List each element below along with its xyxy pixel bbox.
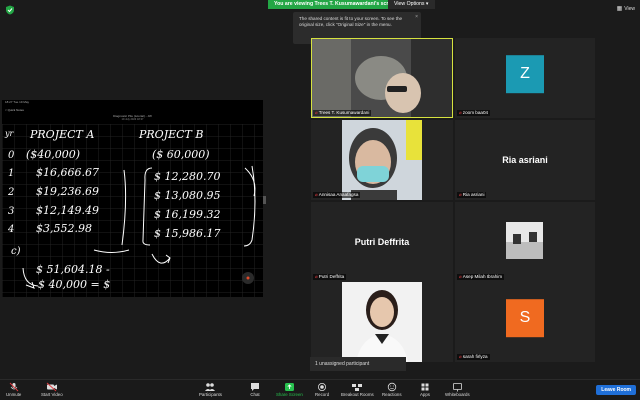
close-icon[interactable]: × xyxy=(415,14,418,20)
participant-name: zoom baa04 xyxy=(462,110,489,115)
hw-c-label: c) xyxy=(11,246,21,257)
participants-icon xyxy=(203,382,217,392)
video-off-icon xyxy=(45,382,59,392)
chat-button[interactable]: Chat xyxy=(248,382,262,397)
shared-screen: 18:27 Tue 19 May < Quick Notes Diagnosti… xyxy=(2,100,263,297)
share-screen-label: Share Screen xyxy=(276,392,303,397)
splitter-handle[interactable] xyxy=(263,196,266,204)
participant-big-name: Ria asriani xyxy=(502,155,548,165)
muted-mic-icon: ⌀ xyxy=(315,274,318,279)
participant-tile[interactable]: ⌀ Trees T. Kusumawardani xyxy=(311,38,453,118)
participant-tile[interactable]: Z ⌀ zoom baa04 xyxy=(455,38,595,118)
participants-button[interactable]: Participants xyxy=(199,382,222,397)
unmute-button[interactable]: Unmute xyxy=(6,382,21,397)
participant-name: sarah firlyza xyxy=(462,354,488,359)
chat-label: Chat xyxy=(250,392,260,397)
avatar: Z xyxy=(506,55,544,94)
participants-label: Participants xyxy=(199,392,222,397)
participant-name-tag: ⌀ zoom baa04 xyxy=(457,110,491,116)
participant-tile[interactable]: Ria asriani ⌀ Ria asriani xyxy=(455,120,595,200)
muted-mic-icon: ⌀ xyxy=(315,110,318,115)
chevron-down-icon: ▾ xyxy=(425,1,429,7)
hw-c1: $ 51,604.18 - xyxy=(36,263,110,276)
unassigned-participant-notice: 1 unassigned participant xyxy=(310,357,406,371)
participant-big-name: Putri Deffrita xyxy=(354,237,410,247)
video-feed-trees xyxy=(311,38,453,118)
whiteboards-button[interactable]: Whiteboards xyxy=(445,382,470,397)
reactions-icon xyxy=(385,382,399,392)
apps-button[interactable]: Apps xyxy=(418,382,432,397)
participant-name-tag: ⌀ Annisaa Anaafagsa xyxy=(313,192,361,198)
participant-name: Ria asriani xyxy=(462,192,485,197)
reactions-label: Reactions xyxy=(382,392,402,397)
record-icon xyxy=(315,382,329,392)
participant-tile[interactable] xyxy=(311,282,453,362)
viewing-screen-banner: You are viewing Trees T. Kusumawardani's… xyxy=(268,0,404,9)
start-video-label: Start Video xyxy=(41,392,63,397)
record-label: Record xyxy=(315,392,330,397)
apps-icon xyxy=(418,382,432,392)
profile-photo xyxy=(311,282,453,362)
participant-tile[interactable]: ⌀ Annisaa Anaafagsa xyxy=(311,120,453,200)
zoom-window: You are viewing Trees T. Kusumawardani's… xyxy=(0,0,640,400)
participant-name: Annisaa Anaafagsa xyxy=(318,192,359,197)
video-feed-asep xyxy=(455,202,595,282)
unmute-label: Unmute xyxy=(6,392,22,397)
video-feed-annisaa xyxy=(311,120,453,200)
chat-icon xyxy=(248,382,262,392)
view-label: View xyxy=(624,5,635,12)
breakout-rooms-button[interactable]: Breakout Rooms xyxy=(341,382,374,397)
security-shield-icon[interactable] xyxy=(5,5,15,15)
muted-mic-icon: ⌀ xyxy=(315,192,318,197)
tooltip-text: The shared content is fit to your screen… xyxy=(299,16,403,27)
view-options-label: View Options xyxy=(394,1,425,7)
breakout-rooms-icon xyxy=(350,382,364,392)
mic-muted-icon xyxy=(7,382,21,392)
muted-mic-icon: ⌀ xyxy=(459,274,462,279)
leave-room-button[interactable]: Leave Room xyxy=(596,385,636,395)
avatar: S xyxy=(506,299,544,338)
participant-name-tag: ⌀ Asep Milah Ibrahim xyxy=(457,274,505,280)
avatar-initial: Z xyxy=(520,65,530,83)
grid-view-icon: ▦ xyxy=(616,6,623,12)
participant-name-tag: ⌀ Ria asriani xyxy=(457,192,487,198)
breakout-rooms-label: Breakout Rooms xyxy=(341,392,374,397)
participant-name-tag: ⌀ Trees T. Kusumawardani xyxy=(313,110,372,116)
muted-mic-icon: ⌀ xyxy=(459,110,462,115)
whiteboard-icon xyxy=(450,382,464,392)
share-screen-icon xyxy=(282,382,296,392)
participant-name-tag: ⌀ sarah firlyza xyxy=(457,354,490,360)
apps-label: Apps xyxy=(419,392,430,397)
share-screen-button[interactable]: Share Screen xyxy=(276,382,303,397)
participant-tile[interactable]: Putri Deffrita ⌀ Putri Deffrita xyxy=(311,202,453,282)
participant-name: Trees T. Kusumawardani xyxy=(318,110,370,115)
start-video-button[interactable]: Start Video xyxy=(41,382,63,397)
avatar-initial: S xyxy=(519,309,531,327)
view-button[interactable]: ▦ View xyxy=(616,5,635,13)
hw-c2: $ 40,000 = $ xyxy=(38,278,111,291)
muted-mic-icon: ⌀ xyxy=(459,192,462,197)
view-options-dropdown[interactable]: View Options ▾ xyxy=(388,0,435,9)
participant-tile[interactable]: ⌀ Asep Milah Ibrahim xyxy=(455,202,595,282)
participant-name-tag: ⌀ Putri Deffrita xyxy=(313,274,347,280)
meeting-toolbar: Unmute Start Video Participants Chat Sha… xyxy=(0,379,640,400)
record-button[interactable]: Record xyxy=(315,382,329,397)
reactions-button[interactable]: Reactions xyxy=(382,382,402,397)
participant-name: Asep Milah Ibrahim xyxy=(462,274,503,279)
muted-mic-icon: ⌀ xyxy=(459,354,462,359)
participant-tile[interactable]: S ⌀ sarah firlyza xyxy=(455,282,595,362)
whiteboards-label: Whiteboards xyxy=(445,392,470,397)
participant-name: Putri Deffrita xyxy=(318,274,345,279)
